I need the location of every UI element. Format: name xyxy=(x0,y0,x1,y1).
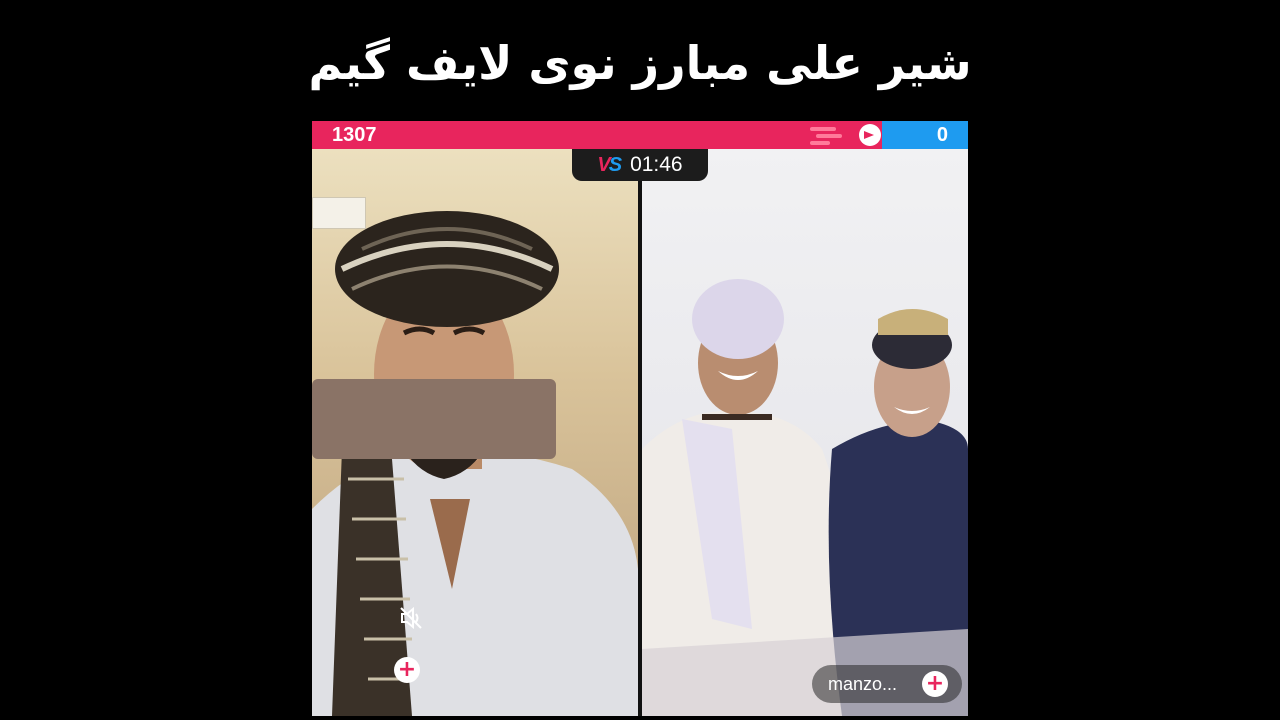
vs-icon: VS xyxy=(597,153,622,176)
score-left-bar: 1307 xyxy=(312,121,882,149)
add-right-button[interactable]: + xyxy=(922,671,948,697)
right-participants-figure xyxy=(642,279,968,716)
bed-headboard xyxy=(312,379,556,459)
live-battle: 1307 0 VS 01:46 + manzo... + xyxy=(312,121,968,716)
video-title: شیر علی مبارز نوی لایف گیم xyxy=(308,36,972,90)
mute-icon[interactable] xyxy=(398,605,424,631)
air-conditioner xyxy=(312,197,366,229)
add-left-button[interactable]: + xyxy=(394,657,420,683)
battle-timer: VS 01:46 xyxy=(572,149,708,181)
score-right: 0 xyxy=(936,124,948,146)
score-left: 1307 xyxy=(332,124,377,146)
score-right-bar: 0 xyxy=(882,121,968,149)
participant-name: manzo... xyxy=(828,673,898,694)
left-video-feed[interactable]: + xyxy=(312,149,638,716)
flame-icon xyxy=(810,124,881,146)
right-video-feed[interactable]: manzo... + xyxy=(642,149,968,716)
timer-text: 01:46 xyxy=(630,153,683,176)
score-bar: 1307 0 xyxy=(312,121,968,149)
